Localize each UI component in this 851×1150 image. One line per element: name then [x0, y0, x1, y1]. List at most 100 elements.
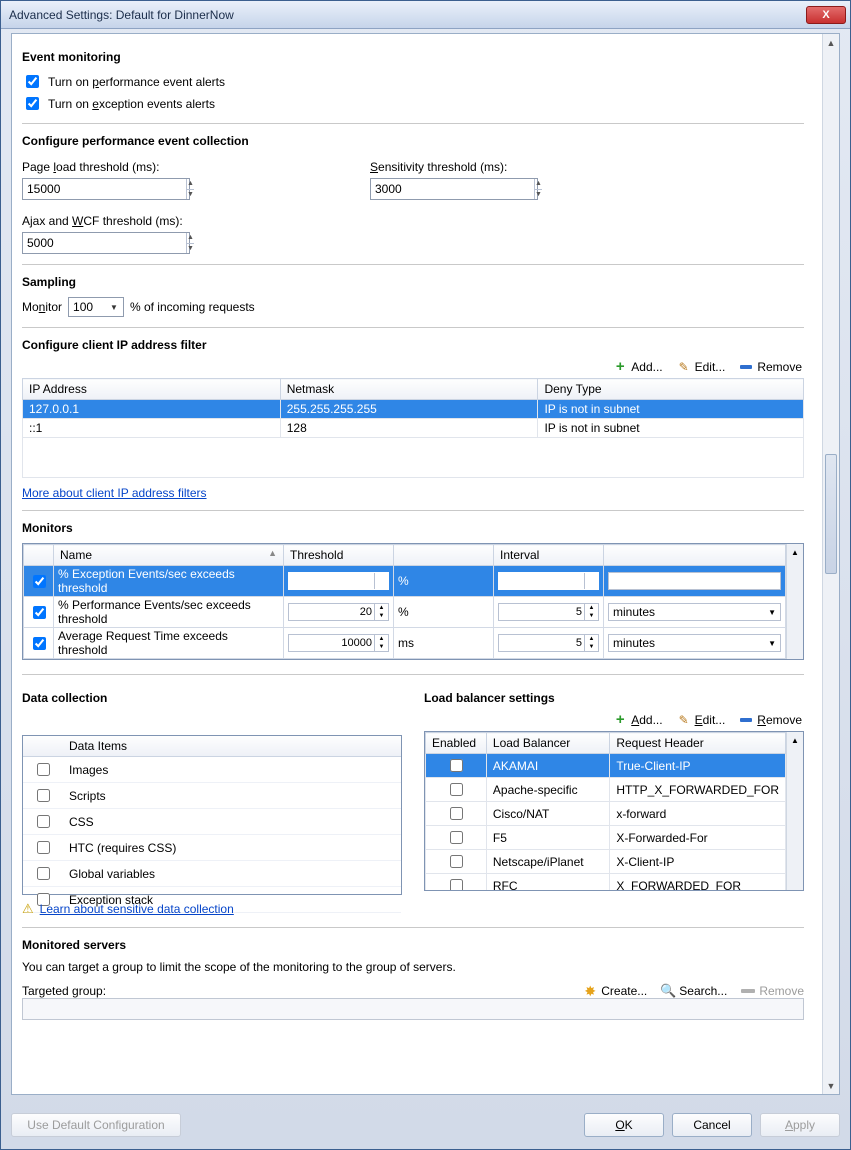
spinner-down-icon[interactable]: ▼ [535, 190, 542, 200]
interval-unit-combo[interactable]: minutes▼ [608, 634, 781, 652]
spinner-up-icon[interactable]: ▲ [535, 179, 542, 190]
sort-asc-icon: ▲ [268, 548, 277, 558]
spinner-up-icon[interactable]: ▲ [187, 179, 194, 190]
table-row[interactable]: Cisco/NATx-forward [426, 802, 786, 826]
ip-remove-button[interactable]: Remove [739, 360, 802, 374]
data-item-checkbox[interactable] [37, 841, 50, 854]
data-item-checkbox[interactable] [37, 867, 50, 880]
col-deny[interactable]: Deny Type [538, 379, 804, 400]
lb-checkbox[interactable] [450, 831, 463, 844]
threshold-spinner[interactable]: 20▲▼ [288, 603, 389, 621]
data-items-list[interactable]: Data Items ImagesScriptsCSSHTC (requires… [22, 735, 402, 895]
list-item[interactable]: HTC (requires CSS) [23, 835, 401, 861]
lb-checkbox[interactable] [450, 879, 463, 890]
ip-add-button[interactable]: +Add... [613, 360, 662, 374]
sensitivity-label: Sensitivity threshold (ms): [370, 160, 538, 174]
ip-filter-link[interactable]: More about client IP address filters [22, 486, 207, 500]
data-item-checkbox[interactable] [37, 789, 50, 802]
lb-checkbox[interactable] [450, 855, 463, 868]
section-monitored-servers: Monitored servers [22, 938, 804, 952]
table-row[interactable]: Apache-specificHTTP_X_FORWARDED_FOR [426, 778, 786, 802]
table-row[interactable]: % Performance Events/sec exceeds thresho… [24, 597, 786, 628]
lb-checkbox[interactable] [450, 759, 463, 772]
list-item[interactable]: Images [23, 757, 401, 783]
table-row[interactable]: RFCX_FORWARDED_FOR [426, 874, 786, 891]
ajax-spinner[interactable]: ▲▼ [22, 232, 190, 254]
monitor-checkbox[interactable] [33, 575, 46, 588]
vertical-scrollbar[interactable]: ▲ ▼ [822, 34, 839, 1094]
sampling-label: Monitor [22, 300, 62, 314]
spinner-up-icon[interactable]: ▲ [187, 233, 194, 244]
dialog-window: Advanced Settings: Default for DinnerNow… [0, 0, 851, 1150]
monitors-scrollbar[interactable]: ▲ [786, 544, 803, 659]
list-item[interactable]: Global variables [23, 861, 401, 887]
sensitivity-input[interactable] [371, 179, 534, 199]
interval-unit-combo[interactable]: minutes▼ [608, 603, 781, 621]
lb-edit-button[interactable]: Edit... [677, 713, 726, 727]
table-row[interactable]: Netscape/iPlanetX-Client-IP [426, 850, 786, 874]
section-perf-collection: Configure performance event collection [22, 134, 804, 148]
list-item[interactable]: Scripts [23, 783, 401, 809]
spinner-down-icon[interactable]: ▼ [187, 190, 194, 200]
scroll-up-arrow[interactable]: ▲ [787, 544, 803, 561]
scroll-down-arrow[interactable]: ▼ [823, 1077, 839, 1094]
data-collection-link[interactable]: Learn about sensitive data collection [40, 902, 234, 916]
monitors-grid[interactable]: Name ▲ Threshold Interval % Exception Ev… [22, 543, 804, 660]
monitor-checkbox[interactable] [33, 606, 46, 619]
targeted-group-input[interactable] [22, 998, 804, 1020]
close-button[interactable]: X [806, 6, 846, 24]
pencil-icon [677, 713, 691, 727]
cancel-button[interactable]: Cancel [672, 1113, 752, 1137]
page-load-spinner[interactable]: ▲▼ [22, 178, 190, 200]
ip-filter-table[interactable]: IP Address Netmask Deny Type 127.0.0.125… [22, 378, 804, 478]
interval-spinner[interactable]: 5▲▼ [498, 634, 599, 652]
scroll-thumb[interactable] [825, 454, 837, 574]
lb-table[interactable]: Enabled Load Balancer Request Header AKA… [424, 731, 804, 891]
page-load-input[interactable] [23, 179, 186, 199]
star-icon: ✸ [583, 984, 597, 998]
table-row[interactable]: ::1128IP is not in subnet [23, 419, 804, 438]
data-item-checkbox[interactable] [37, 815, 50, 828]
monitor-checkbox[interactable] [33, 637, 46, 650]
perf-alerts-checkbox[interactable]: Turn on performance event alerts [22, 72, 804, 91]
scroll-up-arrow[interactable]: ▲ [787, 732, 803, 749]
table-row[interactable]: F5X-Forwarded-For [426, 826, 786, 850]
col-netmask[interactable]: Netmask [280, 379, 538, 400]
data-item-checkbox[interactable] [37, 763, 50, 776]
plus-icon: + [613, 360, 627, 374]
exc-alerts-checkbox[interactable]: Turn on exception events alerts [22, 94, 804, 113]
button-bar: Use Default Configuration OK Cancel Appl… [11, 1113, 840, 1137]
threshold-spinner[interactable]: 10000▲▼ [288, 634, 389, 652]
ok-button[interactable]: OK [584, 1113, 664, 1137]
section-data-collection: Data collection [22, 691, 402, 705]
ajax-input[interactable] [23, 233, 186, 253]
interval-spinner[interactable]: 5▲▼ [498, 603, 599, 621]
exc-alerts-input[interactable] [26, 97, 39, 110]
search-button[interactable]: 🔍Search... [661, 984, 727, 998]
create-button[interactable]: ✸Create... [583, 984, 647, 998]
lb-checkbox[interactable] [450, 783, 463, 796]
table-row[interactable]: 127.0.0.1255.255.255.255IP is not in sub… [23, 400, 804, 419]
sampling-combo[interactable]: 100 ▼ [68, 297, 124, 317]
lb-remove-button[interactable]: Remove [739, 713, 802, 727]
spinner-down-icon[interactable]: ▼ [187, 244, 194, 254]
lb-scrollbar[interactable]: ▲ [786, 732, 803, 890]
sensitivity-spinner[interactable]: ▲▼ [370, 178, 538, 200]
section-sampling: Sampling [22, 275, 804, 289]
col-ip[interactable]: IP Address [23, 379, 281, 400]
lb-add-button[interactable]: +Add... [613, 713, 662, 727]
section-event-monitoring: Event monitoring [22, 50, 804, 64]
perf-alerts-input[interactable] [26, 75, 39, 88]
lb-checkbox[interactable] [450, 807, 463, 820]
table-row[interactable]: Average Request Time exceeds threshold 1… [24, 628, 786, 659]
titlebar: Advanced Settings: Default for DinnerNow… [1, 1, 850, 29]
interval-unit-combo[interactable]: minutes▼ [608, 572, 781, 590]
list-item[interactable]: CSS [23, 809, 401, 835]
ip-edit-button[interactable]: Edit... [677, 360, 726, 374]
scroll-up-arrow[interactable]: ▲ [823, 34, 839, 51]
table-row[interactable]: % Exception Events/sec exceeds threshold… [24, 566, 786, 597]
threshold-spinner[interactable]: 15▲▼ [288, 572, 389, 590]
interval-spinner[interactable]: 5▲▼ [498, 572, 599, 590]
table-row[interactable]: AKAMAITrue-Client-IP [426, 754, 786, 778]
remove-group-button: Remove [741, 984, 804, 998]
